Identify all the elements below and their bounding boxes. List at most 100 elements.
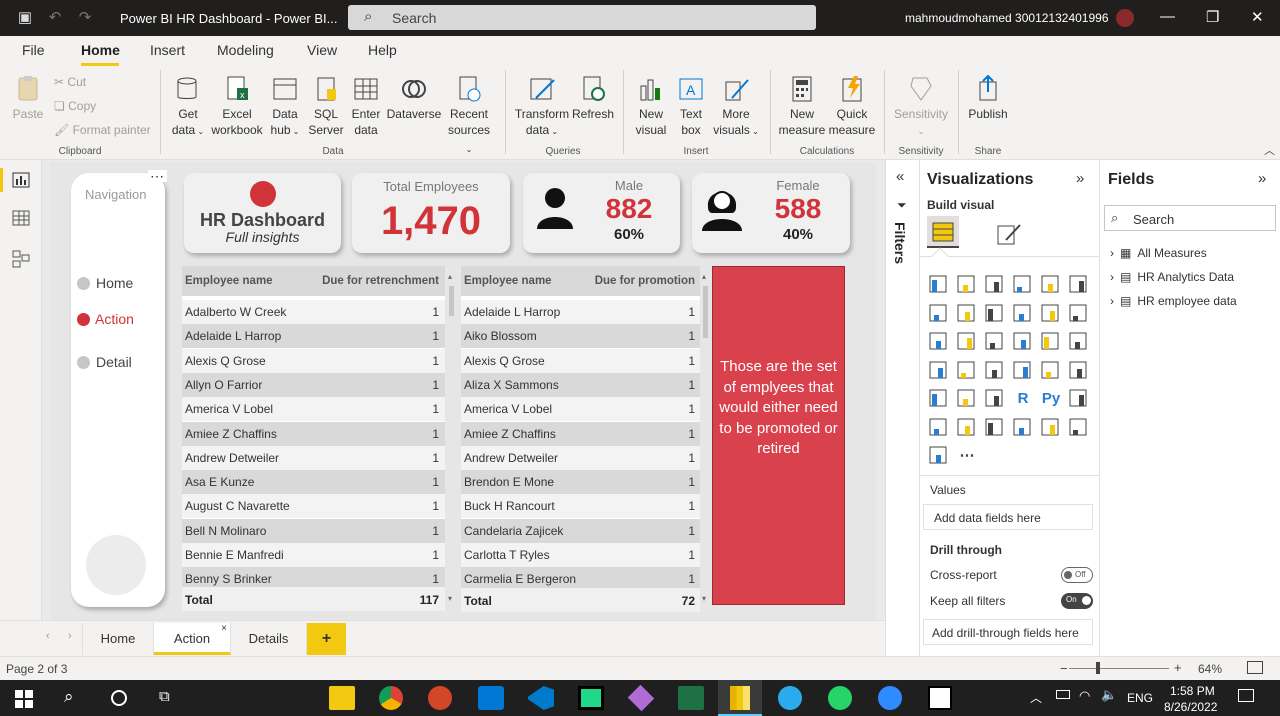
treemap-icon[interactable] bbox=[1068, 331, 1090, 353]
table-row[interactable]: Buck H Rancourt 1 bbox=[461, 494, 700, 519]
add-data-fields-well[interactable]: Add data fields here bbox=[923, 504, 1093, 530]
dataverse-button[interactable]: Dataverse bbox=[386, 74, 442, 122]
cross-report-toggle[interactable]: Off bbox=[1061, 567, 1093, 583]
table-visual-icon[interactable] bbox=[956, 388, 978, 410]
collapse-viz-icon[interactable]: » bbox=[1076, 170, 1084, 187]
table-row[interactable]: Candelaria Zajicek 1 bbox=[461, 518, 700, 543]
menu-home[interactable]: Home bbox=[81, 42, 120, 58]
paginated-report-icon[interactable] bbox=[1012, 417, 1034, 439]
clock-time[interactable]: 1:58 PM bbox=[1170, 684, 1215, 698]
qa-icon[interactable] bbox=[956, 417, 978, 439]
table-row[interactable]: Andrew Detweiler 1 bbox=[461, 445, 700, 470]
card-icon[interactable] bbox=[1012, 360, 1034, 382]
save-icon[interactable]: ▣ bbox=[16, 9, 34, 27]
stacked-bar-icon[interactable] bbox=[928, 274, 950, 296]
scroll-thumb[interactable] bbox=[449, 286, 454, 316]
sql-server-button[interactable]: SQL Server bbox=[306, 74, 346, 138]
col-header-due-retrenchment[interactable]: Due for retrenchment bbox=[322, 275, 439, 287]
table-row[interactable]: Adelaide L Harrop 1 bbox=[182, 324, 445, 349]
cut-button[interactable]: ✂ Cut bbox=[54, 74, 86, 90]
format-visual-icon[interactable] bbox=[996, 222, 1022, 246]
powerbi-taskbar-button[interactable] bbox=[718, 680, 762, 716]
table-row[interactable]: Alexis Q Grose 1 bbox=[461, 348, 700, 373]
recent-sources-button[interactable]: Recent sources ⌄ bbox=[444, 74, 494, 158]
scroll-thumb[interactable] bbox=[703, 286, 708, 338]
zoom-app-icon[interactable] bbox=[878, 686, 902, 710]
powerpoint-icon[interactable] bbox=[428, 686, 452, 710]
excel-taskbar-icon[interactable] bbox=[678, 686, 704, 710]
build-visual-tab[interactable] bbox=[927, 216, 959, 248]
vscode-icon[interactable] bbox=[528, 686, 554, 710]
notifications-icon[interactable] bbox=[1238, 689, 1254, 702]
100-bar-icon[interactable] bbox=[1040, 274, 1062, 296]
multirow-card-icon[interactable] bbox=[1040, 360, 1062, 382]
line-column-icon[interactable] bbox=[1012, 303, 1034, 325]
data-view-icon[interactable] bbox=[12, 210, 30, 226]
close-icon[interactable]: ✕ bbox=[1251, 8, 1264, 26]
more-visuals-button[interactable]: More visuals ⌄ bbox=[712, 74, 760, 140]
line-clustered-icon[interactable] bbox=[1040, 303, 1062, 325]
field-table-item[interactable]: › ▤ HR employee data bbox=[1110, 294, 1237, 308]
arcgis-icon[interactable] bbox=[1040, 417, 1062, 439]
col-header-employee-name[interactable]: Employee name bbox=[185, 275, 273, 287]
zoom-out-icon[interactable]: − bbox=[1060, 661, 1068, 676]
pycharm-icon[interactable] bbox=[578, 686, 604, 710]
table-row[interactable]: Adalberto W Creek 1 bbox=[182, 300, 445, 324]
avatar[interactable] bbox=[1116, 9, 1134, 27]
zoom-slider[interactable] bbox=[1069, 668, 1169, 669]
tray-chevron-icon[interactable]: ︿ bbox=[1030, 689, 1042, 706]
copy-button[interactable]: ❏ Copy bbox=[54, 98, 96, 114]
collapse-fields-icon[interactable]: » bbox=[1258, 170, 1266, 187]
restore-icon[interactable]: ❐ bbox=[1206, 8, 1219, 26]
stacked-column-icon[interactable] bbox=[956, 274, 978, 296]
kpi-icon[interactable] bbox=[1068, 360, 1090, 382]
col-header-due-promotion[interactable]: Due for promotion bbox=[595, 275, 695, 287]
get-data-button[interactable]: Get data ⌄ bbox=[168, 74, 208, 140]
stacked-area-icon[interactable] bbox=[984, 303, 1006, 325]
expand-chevron-icon[interactable]: › bbox=[1110, 294, 1114, 308]
donut-icon[interactable] bbox=[1040, 331, 1062, 353]
keep-filters-toggle[interactable]: On bbox=[1061, 593, 1093, 609]
user-name[interactable]: mahmoudmohamed 30012132401996 bbox=[905, 11, 1109, 25]
excel-workbook-button[interactable]: x Excel workbook bbox=[210, 74, 264, 138]
field-table-item[interactable]: › ▦ All Measures bbox=[1110, 246, 1207, 260]
power-automate-icon[interactable] bbox=[928, 445, 950, 467]
clock-date[interactable]: 8/26/2022 bbox=[1164, 700, 1217, 714]
prev-page-icon[interactable]: ‹ bbox=[46, 630, 50, 642]
scroll-up-icon[interactable]: ▴ bbox=[702, 272, 706, 281]
table-row[interactable]: America V Lobel 1 bbox=[182, 397, 445, 422]
retrench-scrollbar[interactable]: ▴ ▾ bbox=[448, 272, 456, 606]
table-row[interactable]: Andrew Detweiler 1 bbox=[182, 445, 445, 470]
sensitivity-button[interactable]: Sensitivity ⌄ bbox=[892, 74, 950, 140]
new-measure-button[interactable]: New measure bbox=[778, 74, 826, 138]
new-visual-button[interactable]: New visual bbox=[632, 74, 670, 138]
report-view-icon[interactable] bbox=[12, 172, 30, 188]
language-indicator[interactable]: ENG bbox=[1127, 691, 1153, 705]
page-tab-action[interactable]: Action × bbox=[154, 623, 231, 655]
table-row[interactable]: Bell N Molinaro 1 bbox=[182, 518, 445, 543]
clustered-bar-icon[interactable] bbox=[984, 274, 1006, 296]
next-page-icon[interactable]: › bbox=[68, 630, 72, 642]
scroll-down-icon[interactable]: ▾ bbox=[702, 594, 706, 603]
smart-narrative-icon[interactable] bbox=[984, 417, 1006, 439]
expand-filters-icon[interactable]: « bbox=[896, 168, 904, 185]
menu-insert[interactable]: Insert bbox=[150, 42, 185, 58]
quick-measure-button[interactable]: Quick measure bbox=[828, 74, 876, 138]
map-icon[interactable] bbox=[928, 360, 950, 382]
table-row[interactable]: Amiee Z Chaffins 1 bbox=[461, 421, 700, 446]
area-chart-icon[interactable] bbox=[956, 303, 978, 325]
table-row[interactable]: Alexis Q Grose 1 bbox=[182, 348, 445, 373]
file-explorer-icon[interactable] bbox=[329, 686, 355, 710]
expand-chevron-icon[interactable]: › bbox=[1110, 270, 1114, 284]
more-visuals-icon[interactable]: ⋯ bbox=[956, 445, 978, 467]
refresh-button[interactable]: Refresh bbox=[572, 74, 614, 122]
funnel-icon[interactable] bbox=[956, 331, 978, 353]
paste-button[interactable]: Paste bbox=[10, 74, 46, 122]
filters-pane-collapsed[interactable]: « ⏷ Filters bbox=[885, 160, 920, 656]
text-box-button[interactable]: A Text box bbox=[673, 74, 709, 138]
publish-button[interactable]: Publish bbox=[965, 74, 1011, 122]
teams-store-icon[interactable] bbox=[478, 686, 504, 710]
battery-icon[interactable] bbox=[1056, 690, 1070, 699]
page-tab-details[interactable]: Details bbox=[231, 623, 307, 655]
table-row[interactable]: Asa E Kunze 1 bbox=[182, 470, 445, 495]
